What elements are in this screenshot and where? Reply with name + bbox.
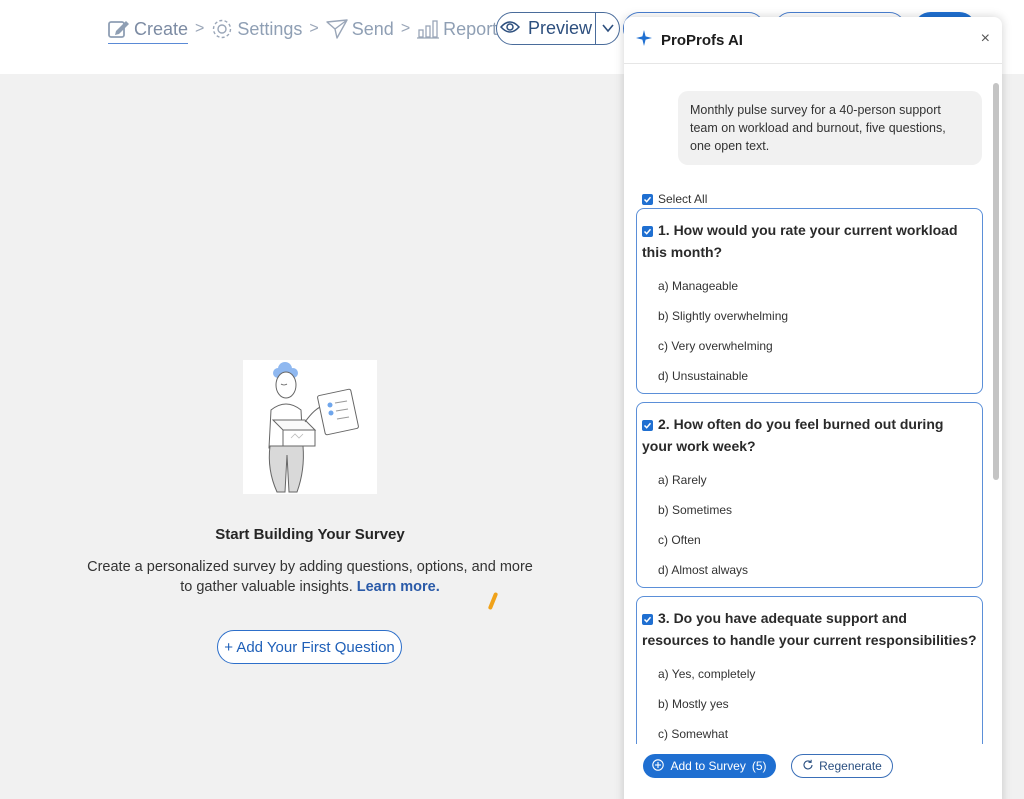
ai-panel-header: ProProfs AI × xyxy=(624,17,1002,64)
question-label: 2. How often do you feel burned out duri… xyxy=(642,416,944,454)
answer-option: a) Manageable xyxy=(658,279,739,293)
step-create-label: Create xyxy=(134,18,189,39)
step-send-label: Send xyxy=(351,18,394,39)
ai-assistant-panel: ProProfs AI × Monthly pulse survey for a… xyxy=(624,17,1002,799)
answer-option: d) Unsustainable xyxy=(658,369,749,383)
plus-circle-icon xyxy=(652,758,665,774)
step-separator: > xyxy=(309,20,319,37)
send-icon xyxy=(326,19,348,39)
empty-state-illustration xyxy=(243,360,377,494)
eye-icon xyxy=(499,18,520,39)
scrollbar-thumb[interactable] xyxy=(993,83,999,480)
question-text: 3. Do you have adequate support and reso… xyxy=(642,607,977,651)
empty-state-description-text: Create a personalized survey by adding q… xyxy=(87,559,533,595)
regenerate-label: Regenerate xyxy=(819,759,882,773)
answer-option: b) Sometimes xyxy=(658,503,733,517)
question-card[interactable]: 1. How would you rate your current workl… xyxy=(636,208,983,394)
answer-option: d) Almost always xyxy=(658,563,749,577)
workflow-steps: Create > Settings > Send > Reports xyxy=(108,17,506,44)
select-all-checkbox[interactable]: Select All xyxy=(642,192,707,206)
ai-panel-content[interactable]: Monthly pulse survey for a 40-person sup… xyxy=(624,64,990,744)
gear-icon xyxy=(211,18,233,40)
answer-option: c) Very overwhelming xyxy=(658,339,773,353)
question-text: 2. How often do you feel burned out duri… xyxy=(642,413,977,457)
preview-label: Preview xyxy=(527,18,593,38)
bar-chart-icon xyxy=(417,19,440,39)
step-create[interactable]: Create xyxy=(108,18,189,44)
preview-button[interactable]: Preview xyxy=(496,12,596,45)
question-text: 1. How would you rate your current workl… xyxy=(642,219,977,263)
checkbox-checked-icon[interactable] xyxy=(642,226,653,237)
answer-option: a) Rarely xyxy=(658,473,707,487)
question-options: a) Rarely b) Sometimes c) Often d) Almos… xyxy=(642,465,977,585)
question-label: 3. Do you have adequate support and reso… xyxy=(642,610,977,648)
question-options: a) Yes, completely b) Mostly yes c) Some… xyxy=(642,659,977,744)
question-card[interactable]: 2. How often do you feel burned out duri… xyxy=(636,402,983,588)
step-settings[interactable]: Settings xyxy=(211,18,302,40)
question-label: 1. How would you rate your current workl… xyxy=(642,222,958,260)
user-prompt-bubble: Monthly pulse survey for a 40-person sup… xyxy=(678,91,982,165)
answer-option: c) Somewhat xyxy=(658,727,729,741)
add-to-survey-button[interactable]: Add to Survey (5) xyxy=(643,754,776,778)
select-all-label: Select All xyxy=(658,192,708,206)
add-first-question-button[interactable]: + Add Your First Question xyxy=(217,630,402,664)
answer-option: b) Slightly overwhelming xyxy=(658,309,789,323)
empty-state-description: Create a personalized survey by adding q… xyxy=(80,557,540,597)
panel-scrollbar[interactable] xyxy=(993,81,1000,761)
step-send[interactable]: Send xyxy=(326,19,394,40)
step-settings-label: Settings xyxy=(237,18,303,39)
checkbox-checked-icon[interactable] xyxy=(642,420,653,431)
step-separator: > xyxy=(400,20,411,37)
edit-icon xyxy=(108,19,130,39)
chevron-down-icon xyxy=(601,20,615,38)
answer-option: a) Yes, completely xyxy=(658,667,756,681)
question-options: a) Manageable b) Slightly overwhelming c… xyxy=(642,271,977,391)
ai-panel-footer: Add to Survey (5) Regenerate xyxy=(624,744,1002,799)
close-icon[interactable]: × xyxy=(981,31,990,47)
refresh-icon xyxy=(802,759,814,774)
add-to-survey-label: Add to Survey xyxy=(670,759,746,773)
regenerate-button[interactable]: Regenerate xyxy=(791,754,893,778)
answer-option: b) Mostly yes xyxy=(658,697,729,711)
empty-state-title: Start Building Your Survey xyxy=(215,526,405,543)
add-to-survey-count: (5) xyxy=(751,759,767,773)
step-reports[interactable]: Reports xyxy=(417,19,506,40)
answer-option: c) Often xyxy=(658,533,701,547)
ai-panel-title: ProProfs AI xyxy=(661,31,743,49)
checkbox-checked-icon[interactable] xyxy=(642,614,653,625)
preview-control: Preview xyxy=(496,12,620,45)
step-separator: > xyxy=(195,20,205,37)
checkbox-checked-icon xyxy=(642,193,653,205)
sparkle-icon xyxy=(636,29,652,51)
question-card[interactable]: 3. Do you have adequate support and reso… xyxy=(636,596,983,744)
preview-dropdown-button[interactable] xyxy=(596,12,620,45)
learn-more-link[interactable]: Learn more. xyxy=(357,579,440,595)
